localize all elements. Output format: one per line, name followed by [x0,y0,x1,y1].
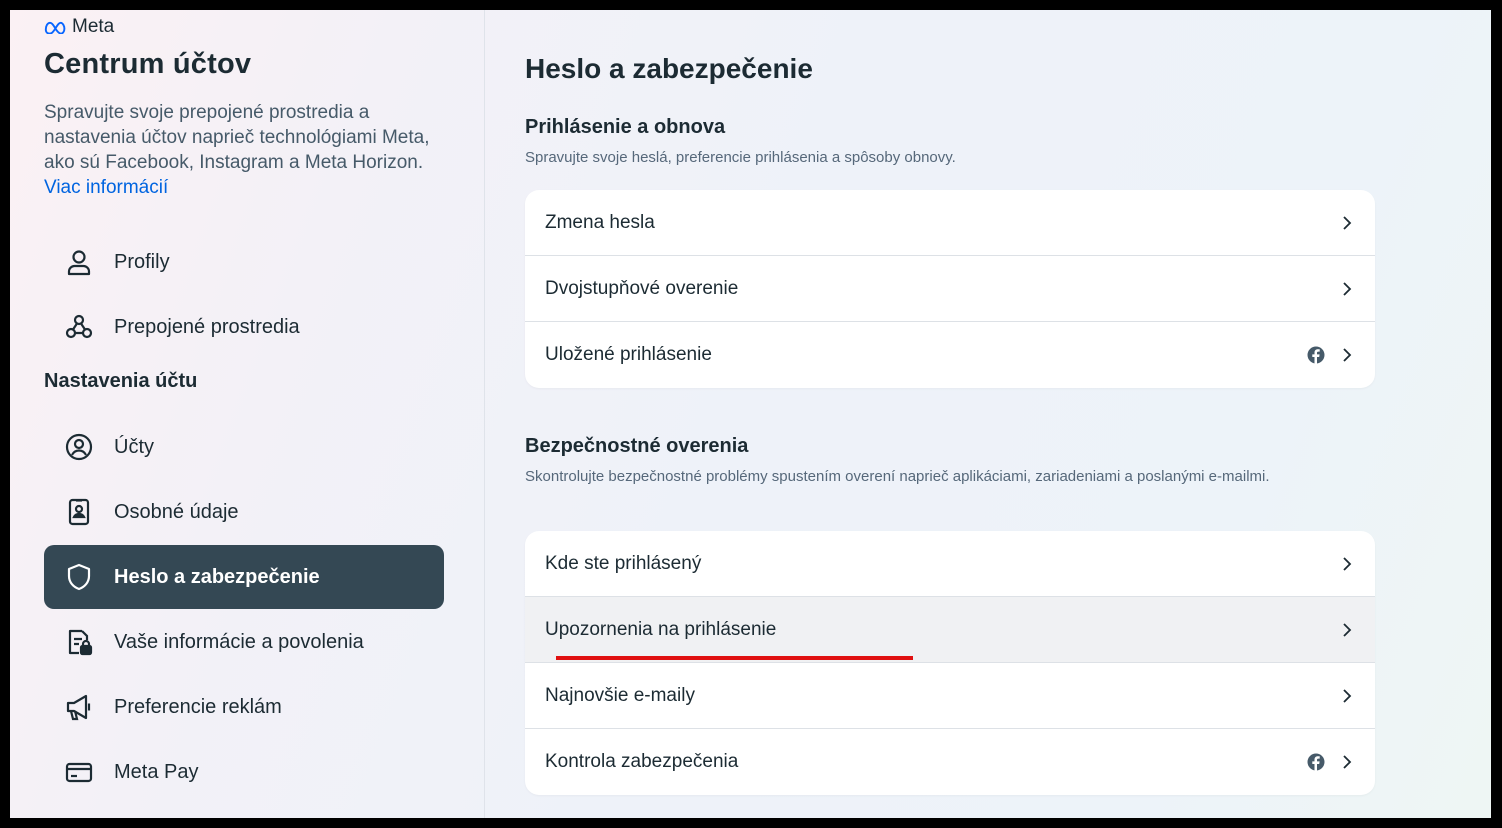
facebook-icon [1307,346,1325,364]
chevron-right-icon [1343,281,1352,296]
sidebar-item-personal-details[interactable]: Osobné údaje [44,480,444,544]
sidebar-item-connected-experiences[interactable]: Prepojené prostredia [44,295,444,359]
sidebar-item-label: Vaše informácie a povolenia [114,630,364,653]
where-logged-in-row[interactable]: Kde ste prihlásený [525,531,1375,597]
sidebar: Meta Centrum účtov Spravujte svoje prepo… [10,10,485,818]
chevron-right-icon [1343,755,1352,769]
chevron-right-icon [1343,215,1352,230]
connected-experiences-icon [44,312,114,342]
sidebar-item-your-information[interactable]: Vaše informácie a povolenia [44,610,444,674]
id-card-icon [44,497,114,527]
sidebar-item-label: Profily [114,250,170,273]
row-label: Kde ste prihlásený [545,552,702,574]
facebook-icon [1307,753,1325,771]
row-label: Zmena hesla [545,211,655,233]
sidebar-item-profiles[interactable]: Profily [44,230,444,294]
annotation-underline [556,656,913,660]
account-circle-icon [44,432,114,462]
security-checks-card: Kde ste prihlásený Upozornenia na prihlá… [525,531,1375,795]
sidebar-item-accounts[interactable]: Účty [44,415,444,479]
two-factor-row[interactable]: Dvojstupňové overenie [525,256,1375,322]
sidebar-item-label: Heslo a zabezpečenie [114,565,320,588]
page-title: Heslo a zabezpečenie [525,53,813,84]
document-lock-icon [44,627,114,657]
chevron-right-icon [1343,622,1352,637]
security-checkup-row[interactable]: Kontrola zabezpečenia [525,729,1375,795]
row-label: Kontrola zabezpečenia [545,751,739,772]
sidebar-description-text: Spravujte svoje prepojené prostredia a n… [44,102,430,173]
chevron-right-icon [1343,688,1352,703]
chevron-right-icon [1343,556,1352,571]
row-label: Dvojstupňové overenie [545,277,739,299]
meta-logo-text: Meta [72,16,115,37]
shield-icon [44,562,114,592]
person-icon [44,247,114,277]
saved-login-row[interactable]: Uložené prihlásenie [525,322,1375,388]
sidebar-item-password-security[interactable]: Heslo a zabezpečenie [44,545,444,609]
chevron-right-icon [1343,348,1352,362]
credit-card-icon [44,757,114,787]
row-label: Najnovšie e-maily [545,684,695,706]
sidebar-description: Spravujte svoje prepojené prostredia a n… [44,100,444,200]
meta-logo[interactable]: Meta [44,16,114,38]
account-settings-heading: Nastavenia účtu [44,370,198,392]
sidebar-item-label: Preferencie reklám [114,695,282,718]
main-content: Heslo a zabezpečenie Prihlásenie a obnov… [525,10,1375,818]
security-checks-heading: Bezpečnostné overenia [525,435,749,457]
learn-more-link[interactable]: Viac informácií [44,177,168,198]
megaphone-icon [44,692,114,722]
login-alerts-row[interactable]: Upozornenia na prihlásenie [525,597,1375,663]
row-label: Uložené prihlásenie [545,344,712,365]
change-password-row[interactable]: Zmena hesla [525,190,1375,256]
sidebar-title: Centrum účtov [44,48,252,80]
login-recovery-card: Zmena hesla Dvojstupňové overenie Uložen… [525,190,1375,388]
sidebar-item-label: Meta Pay [114,760,199,783]
sidebar-item-meta-pay[interactable]: Meta Pay [44,740,444,804]
security-checks-description: Skontrolujte bezpečnostné problémy spust… [525,468,1270,485]
row-label: Upozornenia na prihlásenie [545,618,777,640]
meta-infinity-icon [44,21,66,34]
app-frame: Meta Centrum účtov Spravujte svoje prepo… [10,10,1491,818]
sidebar-item-label: Prepojené prostredia [114,315,300,338]
sidebar-item-label: Osobné údaje [114,500,239,523]
sidebar-item-label: Účty [114,435,154,458]
login-recovery-description: Spravujte svoje heslá, preferencie prihl… [525,149,956,166]
login-recovery-heading: Prihlásenie a obnova [525,116,726,138]
sidebar-item-ad-preferences[interactable]: Preferencie reklám [44,675,444,739]
recent-emails-row[interactable]: Najnovšie e-maily [525,663,1375,729]
